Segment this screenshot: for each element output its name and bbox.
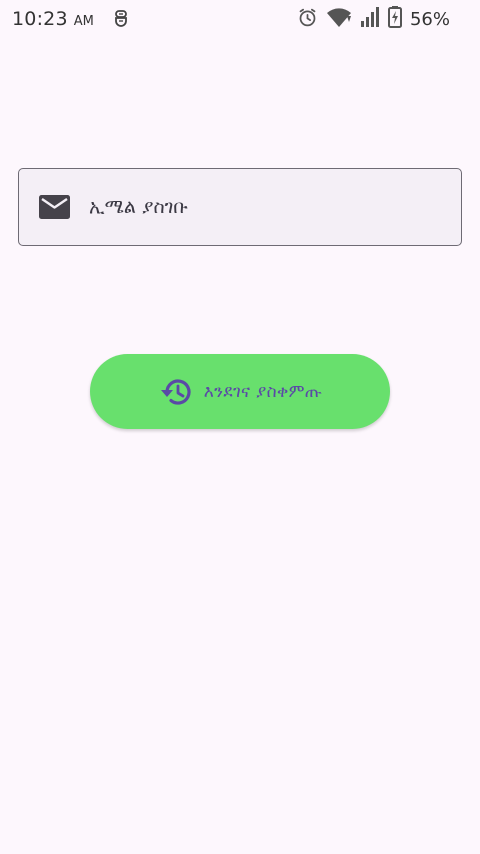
status-bar: 10:23 AM 56% (0, 0, 480, 38)
battery-icon (387, 6, 402, 32)
email-field[interactable] (18, 168, 462, 246)
status-bar-right: 56% (297, 0, 450, 38)
signal-icon (360, 6, 380, 32)
battery-percent: 56% (409, 8, 450, 30)
status-time: 10:23 (12, 8, 68, 30)
mail-icon (39, 195, 70, 219)
restore-button[interactable]: እንደገና ያስቀምጡ (90, 354, 390, 429)
restore-history-icon (158, 376, 192, 408)
notification-icon (112, 9, 130, 29)
wifi-icon (326, 6, 352, 32)
restore-button-label: እንደገና ያስቀምጡ (203, 381, 323, 402)
alarm-icon (297, 7, 318, 32)
status-ampm: AM (73, 13, 94, 29)
email-input[interactable] (89, 189, 439, 225)
status-bar-left: 10:23 AM (12, 8, 130, 30)
